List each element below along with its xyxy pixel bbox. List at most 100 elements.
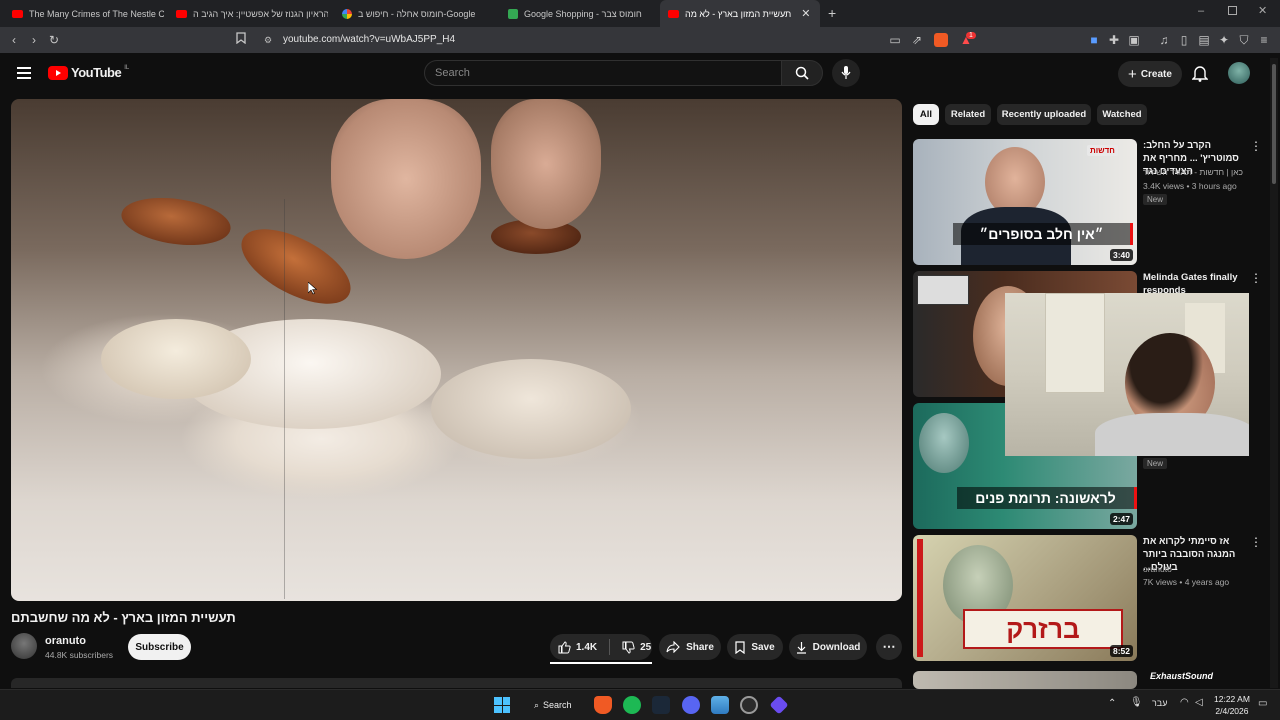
- video-thumbnail[interactable]: חדשות ״אין חלב בסופרים״ 3:40: [913, 139, 1137, 265]
- menu-icon[interactable]: ≡: [1256, 32, 1272, 48]
- share-button[interactable]: Share: [659, 634, 721, 660]
- video-player[interactable]: [11, 99, 902, 601]
- wifi-icon[interactable]: ◠: [1180, 697, 1189, 708]
- voice-search-button[interactable]: [832, 59, 860, 87]
- screenshot-icon[interactable]: ▣: [1126, 32, 1142, 48]
- chevron-up-icon[interactable]: ⌃: [1108, 698, 1116, 709]
- logo-text: YouTube: [71, 65, 122, 80]
- more-vertical-icon[interactable]: ⋮: [1250, 271, 1262, 285]
- close-tab-icon[interactable]: ✕: [801, 7, 810, 20]
- address-bar[interactable]: ⚙ youtube.com/watch?v=uWbAJ5PP_H4: [256, 30, 876, 50]
- more-vertical-icon[interactable]: ⋮: [1250, 139, 1262, 153]
- dislike-button[interactable]: 25: [622, 641, 651, 654]
- subscriber-count: 44.8K subscribers: [45, 650, 114, 660]
- steam-icon[interactable]: [652, 696, 670, 714]
- channel-avatar[interactable]: [11, 633, 37, 659]
- search-icon: [795, 66, 809, 80]
- download-button[interactable]: Download: [789, 634, 867, 660]
- photos-icon[interactable]: [711, 696, 729, 714]
- thumbs-up-icon: [558, 640, 571, 653]
- share-icon: [666, 641, 680, 653]
- clock-date: 2/4/2026: [1215, 706, 1249, 716]
- region-code: IL: [124, 64, 130, 71]
- search-icon: ⌕: [534, 699, 540, 710]
- cabinet-shape: [1045, 293, 1105, 393]
- more-actions-button[interactable]: ⋯: [876, 634, 902, 660]
- cookie-shape: [101, 319, 251, 399]
- clock[interactable]: 12:22 AM 2/4/2026: [1214, 693, 1250, 717]
- discord-icon[interactable]: [682, 696, 700, 714]
- close-window-button[interactable]: ✕: [1258, 4, 1267, 17]
- inset-image: [917, 275, 969, 305]
- maximize-button[interactable]: [1228, 6, 1237, 15]
- back-icon[interactable]: ‹: [6, 32, 22, 48]
- subscribe-button[interactable]: Subscribe: [128, 634, 191, 660]
- video-thumbnail[interactable]: [913, 671, 1137, 689]
- browser-tab-active[interactable]: תעשיית המזון בארץ - לא מה ✕: [660, 0, 820, 27]
- create-button[interactable]: + Create: [1118, 61, 1182, 87]
- search-button[interactable]: [781, 60, 823, 86]
- like-button[interactable]: 1.4K: [558, 640, 597, 654]
- hamburger-menu-icon[interactable]: [17, 67, 31, 79]
- page-scrollbar[interactable]: [1270, 58, 1278, 688]
- cookie-shape: [431, 359, 631, 459]
- new-tab-button[interactable]: +: [828, 5, 836, 21]
- windows-start-icon[interactable]: [494, 697, 510, 713]
- input-language[interactable]: עבר: [1152, 698, 1167, 708]
- volume-icon[interactable]: ◁: [1195, 697, 1203, 708]
- description-box[interactable]: [11, 678, 902, 688]
- puzzle-extensions-icon[interactable]: ✚: [1106, 32, 1122, 48]
- microphone-icon[interactable]: 🎙: [1130, 697, 1143, 708]
- save-button[interactable]: Save: [727, 634, 783, 660]
- taskbar-search[interactable]: ⌕ Search: [526, 695, 582, 715]
- youtube-header: YouTube IL Search + Create: [0, 53, 1280, 95]
- youtube-logo[interactable]: YouTube IL: [48, 65, 129, 80]
- forward-icon[interactable]: ›: [26, 32, 42, 48]
- browser-tab[interactable]: הראיון הגנוז של אפשטיין: איך הגיב ה: [168, 0, 328, 27]
- minimize-button[interactable]: –: [1198, 5, 1204, 17]
- save-label: Save: [751, 641, 775, 653]
- reload-icon[interactable]: ↻: [46, 32, 62, 48]
- channel-name[interactable]: oranuto: [45, 635, 86, 647]
- scrollbar-thumb[interactable]: [1272, 64, 1276, 184]
- recommended-channel[interactable]: כאן | חדשות - תאגיד השידור הישרא...: [1143, 166, 1243, 178]
- notifications-bell-icon[interactable]: [1192, 64, 1208, 82]
- notification-center-icon[interactable]: ▭: [1258, 698, 1267, 709]
- obs-studio-icon[interactable]: [740, 696, 758, 714]
- browser-tab[interactable]: The Many Crimes of The Nestle C: [4, 0, 164, 27]
- recommended-channel[interactable]: oranuto: [1143, 563, 1172, 575]
- chip-recently-uploaded[interactable]: Recently uploaded: [997, 104, 1091, 125]
- video-thumbnail[interactable]: ברזרק 8:52: [913, 535, 1137, 661]
- browser-tab[interactable]: Google Shopping - חומוס צבר: [500, 0, 660, 27]
- chip-related[interactable]: Related: [945, 104, 991, 125]
- extension-icon[interactable]: ■: [1086, 32, 1102, 48]
- brave-browser-icon[interactable]: [594, 696, 612, 714]
- mouse-cursor-icon: [308, 282, 317, 295]
- chip-all[interactable]: All: [913, 104, 939, 125]
- site-info-icon[interactable]: ⚙: [264, 30, 272, 50]
- almond-shape: [118, 191, 234, 252]
- wallet-icon[interactable]: ▤: [1196, 32, 1212, 48]
- more-vertical-icon[interactable]: ⋮: [1250, 535, 1262, 549]
- share-page-icon[interactable]: ⇗: [909, 32, 925, 48]
- tab-label: חומוס אחלה - חיפוש ב-Google: [358, 8, 476, 19]
- avatar[interactable]: [1228, 62, 1250, 84]
- video-duration: 2:47: [1109, 513, 1133, 525]
- vpn-icon[interactable]: ⛉: [1236, 32, 1252, 48]
- channel-logo-badge: חדשות: [1087, 145, 1118, 156]
- search-input[interactable]: Search: [424, 60, 782, 86]
- save-icon: [735, 640, 745, 654]
- spotify-icon[interactable]: [623, 696, 641, 714]
- download-icon: [796, 641, 806, 654]
- music-icon[interactable]: ♫: [1156, 32, 1172, 48]
- chip-watched[interactable]: Watched: [1097, 104, 1147, 125]
- youtube-favicon-icon: [668, 9, 679, 18]
- bookmark-icon[interactable]: [233, 32, 249, 48]
- sidebar-icon[interactable]: ▯: [1176, 32, 1192, 48]
- brave-shields-icon[interactable]: [934, 33, 948, 47]
- cast-icon[interactable]: ▭: [887, 32, 903, 48]
- app-icon[interactable]: [769, 695, 789, 715]
- leo-ai-icon[interactable]: ✦: [1216, 32, 1232, 48]
- like-dislike-group: 1.4K 25: [550, 634, 652, 660]
- browser-tab[interactable]: חומוס אחלה - חיפוש ב-Google: [334, 0, 494, 27]
